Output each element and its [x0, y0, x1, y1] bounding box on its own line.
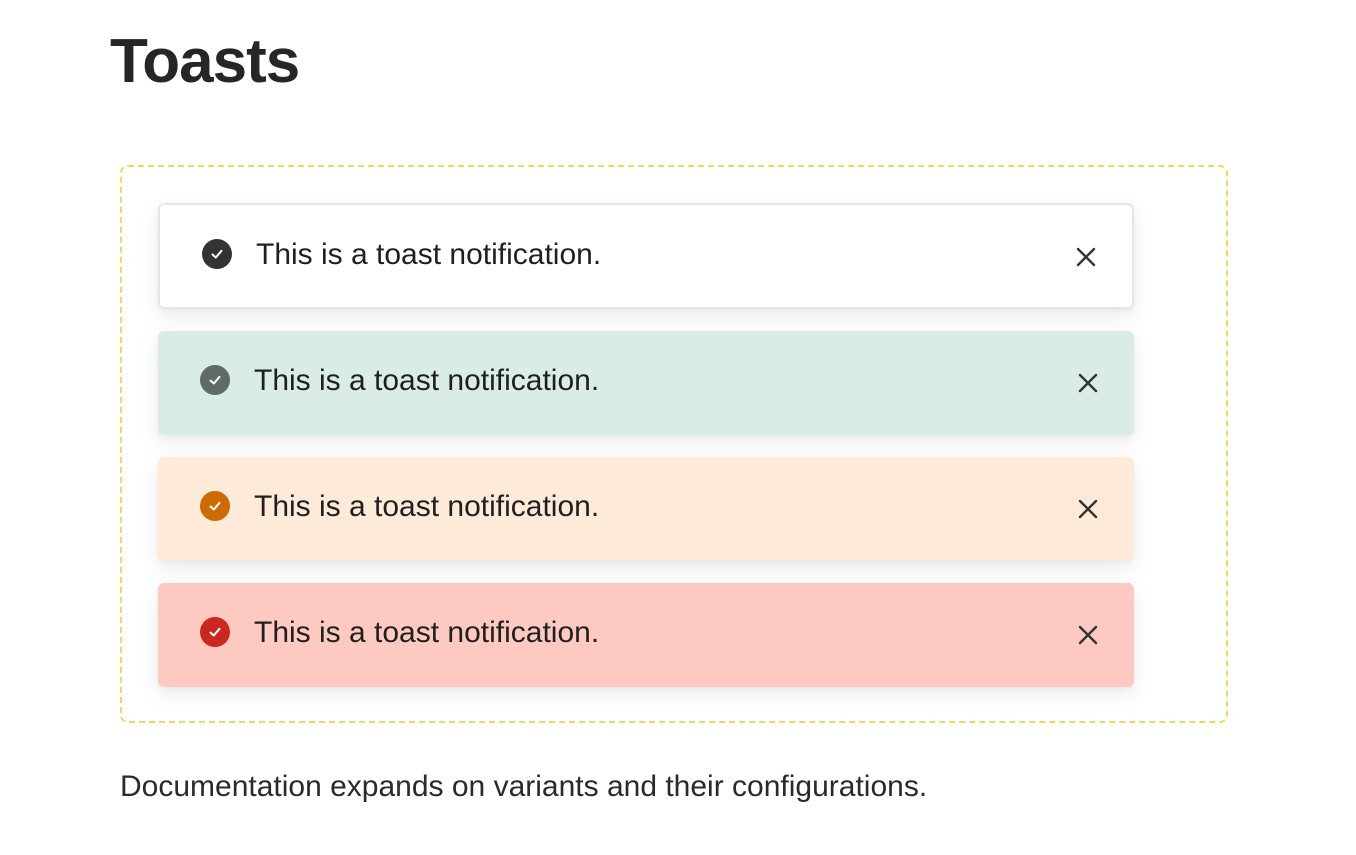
- toast-close-button[interactable]: [1072, 619, 1104, 651]
- documentation-caption: Documentation expands on variants and th…: [120, 770, 928, 803]
- toast-message: This is a toast notification.: [254, 490, 600, 523]
- close-icon: [1077, 624, 1099, 646]
- close-icon: [1077, 372, 1099, 394]
- toast-demo-frame: This is a toast notification. This is a …: [120, 165, 1228, 723]
- close-icon: [1077, 498, 1099, 520]
- toast-close-button[interactable]: [1072, 493, 1104, 525]
- check-circle-icon: [200, 365, 230, 395]
- toast-message: This is a toast notification.: [256, 238, 602, 271]
- toast-close-button[interactable]: [1072, 367, 1104, 399]
- toast-default: This is a toast notification.: [158, 203, 1134, 309]
- toast-message: This is a toast notification.: [254, 616, 600, 649]
- close-icon: [1075, 246, 1097, 268]
- check-circle-icon: [200, 617, 230, 647]
- toast-message: This is a toast notification.: [254, 364, 600, 397]
- toast-close-button[interactable]: [1070, 241, 1102, 273]
- toast-warning: This is a toast notification.: [158, 457, 1134, 561]
- toast-error: This is a toast notification.: [158, 583, 1134, 687]
- check-circle-icon: [202, 239, 232, 269]
- page-title: Toasts: [110, 27, 300, 96]
- toast-success: This is a toast notification.: [158, 331, 1134, 435]
- check-circle-icon: [200, 491, 230, 521]
